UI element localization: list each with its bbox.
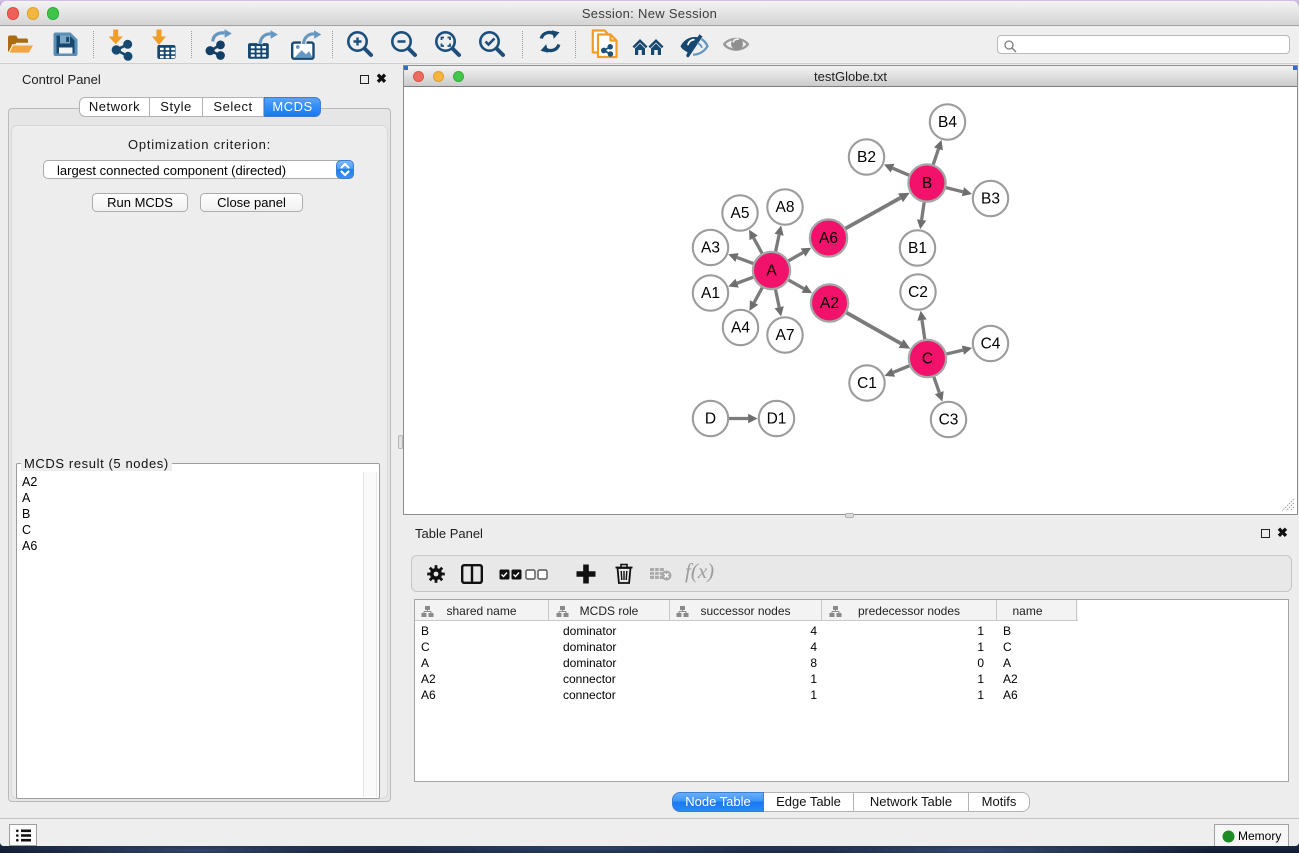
svg-text:D: D xyxy=(705,411,716,428)
svg-text:C3: C3 xyxy=(939,412,959,429)
svg-text:A7: A7 xyxy=(776,327,795,344)
svg-text:C4: C4 xyxy=(981,336,1001,353)
svg-text:C2: C2 xyxy=(908,284,928,301)
svg-text:A2: A2 xyxy=(820,295,839,312)
svg-text:B1: B1 xyxy=(908,240,927,257)
svg-text:A5: A5 xyxy=(731,205,750,222)
svg-text:A4: A4 xyxy=(731,320,750,337)
svg-text:A6: A6 xyxy=(819,230,838,247)
svg-text:B: B xyxy=(922,175,932,192)
svg-text:A8: A8 xyxy=(776,199,795,216)
svg-text:B2: B2 xyxy=(857,149,876,166)
svg-text:B4: B4 xyxy=(938,114,957,131)
svg-text:D1: D1 xyxy=(767,411,787,428)
svg-text:A: A xyxy=(766,263,777,280)
svg-text:C1: C1 xyxy=(857,375,877,392)
svg-text:A1: A1 xyxy=(701,285,720,302)
svg-text:B3: B3 xyxy=(981,191,1000,208)
svg-text:C: C xyxy=(922,351,933,368)
svg-text:A3: A3 xyxy=(701,240,720,257)
